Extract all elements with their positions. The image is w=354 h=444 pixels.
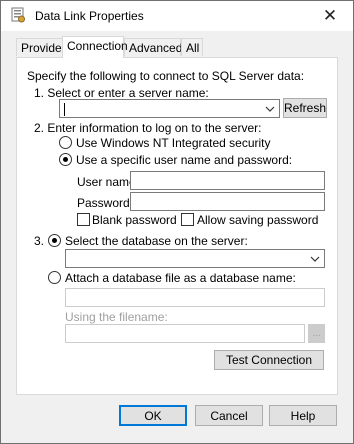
- test-connection-button[interactable]: Test Connection: [214, 350, 324, 370]
- close-icon: ✕: [322, 6, 338, 25]
- select-database-radio[interactable]: [48, 234, 61, 247]
- ok-button[interactable]: OK: [119, 405, 187, 426]
- attach-database-radio[interactable]: [48, 271, 61, 284]
- help-button[interactable]: Help: [269, 405, 337, 426]
- cancel-button[interactable]: Cancel: [195, 405, 263, 426]
- allow-saving-password-label: Allow saving password: [197, 213, 319, 227]
- specific-user-radio[interactable]: [59, 153, 72, 166]
- tab-advanced[interactable]: Advanced: [124, 38, 182, 56]
- password-input[interactable]: [130, 192, 325, 211]
- specific-user-label: Use a specific user name and password:: [76, 153, 293, 167]
- tab-all[interactable]: All: [181, 38, 203, 56]
- blank-password-checkbox[interactable]: [77, 213, 90, 226]
- select-database-label: Select the database on the server:: [65, 234, 248, 248]
- server-name-combobox[interactable]: [59, 99, 280, 118]
- tab-connection[interactable]: Connection: [62, 36, 128, 58]
- connection-panel: Specify the following to connect to SQL …: [16, 57, 338, 395]
- refresh-button[interactable]: Refresh: [283, 98, 327, 118]
- windows-security-radio[interactable]: [59, 136, 72, 149]
- username-input[interactable]: [130, 171, 325, 190]
- password-label: Password:: [77, 196, 134, 210]
- data-link-icon: [10, 7, 26, 23]
- using-filename-label: Using the filename:: [65, 310, 168, 324]
- close-button[interactable]: ✕: [307, 1, 353, 31]
- chevron-down-icon[interactable]: [263, 101, 277, 116]
- attach-database-name-input[interactable]: [65, 288, 325, 307]
- step3-label: 3.: [34, 234, 45, 248]
- dialog-window: Data Link Properties ✕ Provider Connecti…: [0, 0, 354, 444]
- windows-security-label: Use Windows NT Integrated security: [76, 136, 271, 150]
- blank-password-label: Blank password: [92, 213, 177, 227]
- text-caret: [64, 103, 65, 116]
- step1-label: 1. Select or enter a server name:: [34, 86, 209, 100]
- filename-input[interactable]: [65, 324, 305, 343]
- allow-saving-password-checkbox[interactable]: [181, 213, 194, 226]
- title-bar[interactable]: Data Link Properties ✕: [1, 1, 353, 31]
- step2-label: 2. Enter information to log on to the se…: [34, 121, 262, 135]
- attach-database-label: Attach a database file as a database nam…: [65, 271, 296, 285]
- chevron-down-icon[interactable]: [308, 251, 322, 266]
- intro-text: Specify the following to connect to SQL …: [27, 69, 305, 83]
- database-combobox[interactable]: [65, 249, 325, 268]
- browse-button[interactable]: ...: [308, 324, 325, 343]
- window-title: Data Link Properties: [35, 9, 144, 23]
- tab-provider[interactable]: Provider: [16, 38, 66, 56]
